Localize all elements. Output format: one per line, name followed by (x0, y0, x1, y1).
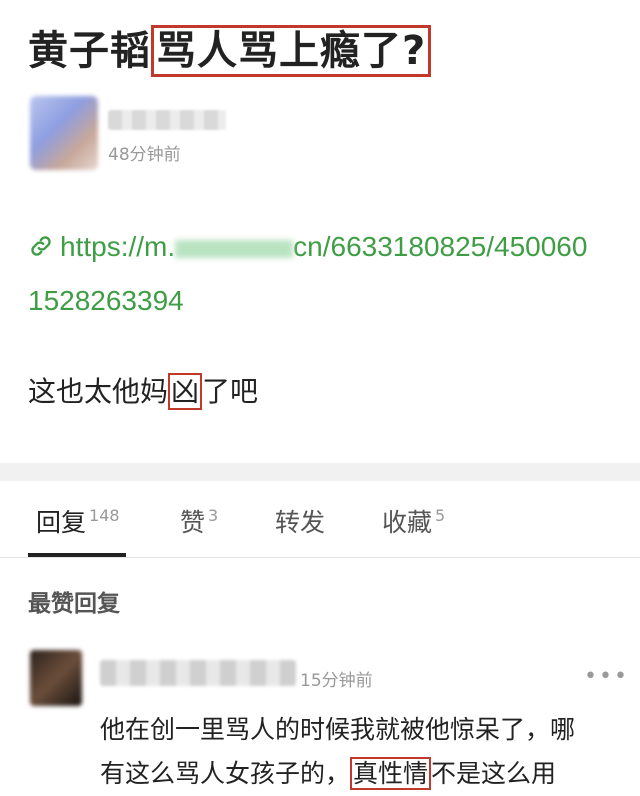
section-divider (0, 463, 640, 481)
link-icon (31, 236, 51, 256)
comment-line-2-end: 不是这么用 (431, 759, 557, 788)
tab-likes[interactable]: 赞3 (180, 503, 218, 539)
active-tab-indicator (28, 553, 126, 557)
post-tabs: 回复 148 赞3 转发 收藏 5 (0, 481, 640, 558)
more-options-icon[interactable]: ••• (584, 664, 629, 689)
tab-reposts-label: 转发 (275, 508, 326, 537)
author-avatar[interactable] (30, 96, 98, 170)
comment-line-2: 有这么骂人女孩子的， 真性情 不是这么用 (100, 752, 620, 796)
author-name-blurred[interactable] (108, 110, 226, 130)
comment-time: 15分钟前 (300, 671, 373, 691)
tab-favorites-count: 5 (435, 506, 446, 525)
post-title: 黄子韬 骂人骂上瘾了? (28, 18, 432, 77)
section-title: 最赞回复 (28, 591, 120, 617)
comment-line-1: 他在创一里骂人的时候我就被他惊呆了，哪 (100, 715, 576, 744)
body-text-before: 这也太他妈 (28, 375, 169, 408)
comment-line-2-start: 有这么骂人女孩子的， (100, 759, 351, 788)
comment-text: 他在创一里骂人的时候我就被他惊呆了，哪 有这么骂人女孩子的， 真性情 不是这么用 (100, 708, 620, 796)
tab-favorites-label: 收藏 (382, 508, 433, 537)
tab-replies-label: 回复 (36, 508, 87, 537)
tab-likes-label: 赞 (180, 508, 206, 537)
title-highlight: 骂人骂上瘾了? (151, 25, 432, 77)
post-link[interactable]: https://m. cn/6633180825/450060 152826339… (28, 220, 628, 328)
tab-likes-count: 3 (208, 506, 219, 525)
body-text-after: 了吧 (202, 375, 259, 408)
commenter-name-blurred[interactable] (100, 660, 296, 686)
tab-replies-count: 148 (89, 506, 120, 525)
link-redacted (175, 239, 294, 258)
tab-replies[interactable]: 回复 148 (36, 503, 120, 539)
tab-reposts[interactable]: 转发 (275, 503, 325, 539)
post-body: 这也太他妈凶了吧 (28, 370, 258, 410)
title-prefix: 黄子韬 (28, 28, 151, 74)
post-time: 48分钟前 (108, 145, 181, 165)
body-highlight: 凶 (168, 373, 203, 410)
commenter-avatar[interactable] (30, 650, 82, 706)
link-text-start: https://m. (60, 231, 176, 262)
comment-highlight: 真性情 (350, 757, 432, 790)
tab-favorites[interactable]: 收藏 5 (382, 503, 445, 539)
